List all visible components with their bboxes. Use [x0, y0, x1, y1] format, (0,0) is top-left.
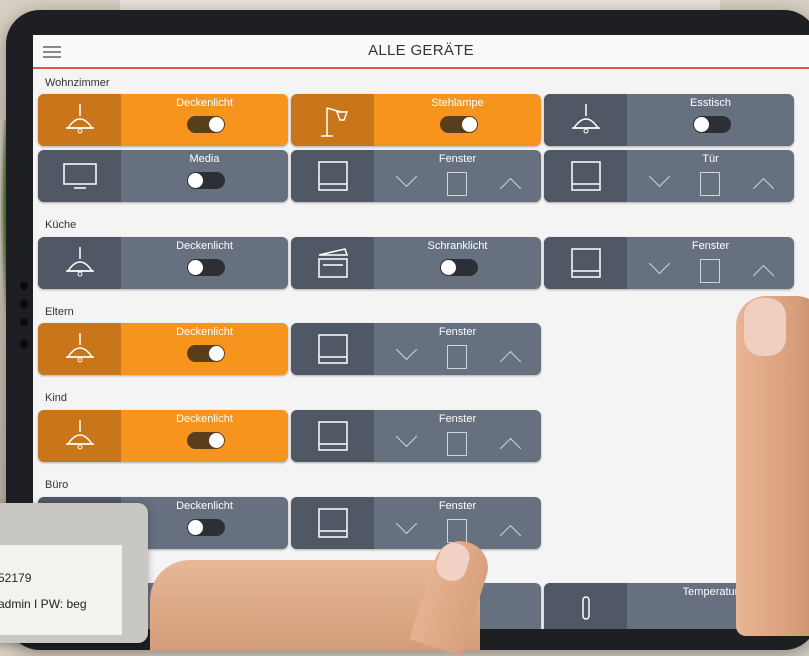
room-heading-wohnzimmer: Wohnzimmer: [45, 77, 110, 89]
toggle-switch[interactable]: [440, 259, 478, 276]
top-bar: ALLE GERÄTE: [33, 35, 809, 69]
window-icon: [291, 323, 374, 375]
stop-icon[interactable]: [447, 519, 467, 543]
tile-label: Media: [189, 153, 220, 165]
device-label-card: 52179 admin I PW: beg: [0, 503, 148, 643]
toggle-switch[interactable]: [187, 345, 225, 362]
toggle-switch[interactable]: [440, 116, 478, 133]
room-heading-kind: Kind: [45, 392, 68, 404]
camera-dot: [20, 318, 28, 326]
tile-kind-fenster[interactable]: Fenster: [291, 410, 541, 462]
toggle-switch[interactable]: [187, 116, 225, 133]
tile-wohnzimmer-stehlampe[interactable]: Stehlampe: [291, 94, 541, 146]
camera-dot: [20, 300, 28, 308]
floor-lamp-icon: [291, 94, 374, 146]
toggle-switch[interactable]: [187, 259, 225, 276]
tile-buero-fenster[interactable]: Fenster: [291, 497, 541, 549]
chevron-down-icon[interactable]: [648, 252, 671, 275]
room-heading-eltern: Eltern: [45, 306, 74, 318]
stop-icon[interactable]: [700, 259, 720, 283]
chevron-down-icon[interactable]: [395, 512, 418, 535]
window-icon: [544, 150, 627, 202]
stop-icon[interactable]: [447, 432, 467, 456]
tile-label: Tür: [702, 153, 719, 165]
window-icon: [291, 497, 374, 549]
toggle-switch[interactable]: [187, 432, 225, 449]
camera-dot: [20, 282, 28, 290]
tile-label: Deckenlicht: [176, 413, 233, 425]
chevron-up-icon[interactable]: [752, 177, 775, 200]
ceiling-lamp-icon: [544, 94, 627, 146]
tile-label: Stehlampe: [431, 97, 484, 109]
tile-wohnzimmer-media[interactable]: Media: [38, 150, 288, 202]
stop-icon[interactable]: [447, 172, 467, 196]
tile-wohnzimmer-esstisch[interactable]: Esstisch: [544, 94, 794, 146]
page-title: ALLE GERÄTE: [368, 42, 474, 59]
ceiling-lamp-icon: [38, 94, 121, 146]
tile-label: Fenster: [438, 413, 477, 425]
window-icon: [291, 410, 374, 462]
ceiling-lamp-icon: [38, 410, 121, 462]
chevron-up-icon[interactable]: [499, 437, 522, 460]
stop-icon[interactable]: [447, 345, 467, 369]
chevron-down-icon[interactable]: [395, 425, 418, 448]
chevron-up-icon[interactable]: [499, 524, 522, 547]
app-screen: ALLE GERÄTE Wohnzimmer Deckenlicht Stehl…: [33, 35, 809, 629]
window-icon: [544, 237, 627, 289]
chevron-down-icon[interactable]: [648, 165, 671, 188]
tile-kind-deckenlicht[interactable]: Deckenlicht: [38, 410, 288, 462]
tile-label: Esstisch: [690, 97, 731, 109]
toggle-switch[interactable]: [187, 172, 225, 189]
credentials-text: admin I PW: beg: [0, 597, 87, 611]
stop-icon[interactable]: [700, 172, 720, 196]
room-heading-kueche: Küche: [45, 219, 77, 231]
tile-kueche-fenster[interactable]: Fenster: [544, 237, 794, 289]
tile-kueche-deckenlicht[interactable]: Deckenlicht: [38, 237, 288, 289]
tile-label: Fenster: [438, 326, 477, 338]
chevron-up-icon[interactable]: [499, 350, 522, 373]
tile-wohnzimmer-fenster[interactable]: Fenster: [291, 150, 541, 202]
thumb-nail: [744, 298, 786, 356]
chevron-down-icon[interactable]: [395, 338, 418, 361]
tile-eltern-deckenlicht[interactable]: Deckenlicht: [38, 323, 288, 375]
chevron-down-icon[interactable]: [395, 165, 418, 188]
ceiling-lamp-icon: [38, 237, 121, 289]
tile-label: Schranklicht: [427, 240, 488, 252]
serial-text: 52179: [0, 571, 32, 585]
tile-label: Fenster: [438, 153, 477, 165]
tile-kueche-schranklicht[interactable]: Schranklicht: [291, 237, 541, 289]
room-heading-buero: Büro: [45, 479, 69, 491]
tile-wohnzimmer-deckenlicht[interactable]: Deckenlicht: [38, 94, 288, 146]
label-sticker: 52179 admin I PW: beg: [0, 545, 122, 635]
tile-label: Fenster: [438, 500, 477, 512]
tile-label: Fenster: [691, 240, 730, 252]
tile-wohnzimmer-tuer[interactable]: Tür: [544, 150, 794, 202]
cabinet-light-icon: [291, 237, 374, 289]
toggle-switch[interactable]: [187, 519, 225, 536]
tile-label: Deckenlicht: [176, 326, 233, 338]
tile-label: Deckenlicht: [176, 240, 233, 252]
chevron-up-icon[interactable]: [499, 177, 522, 200]
window-icon: [291, 150, 374, 202]
chevron-up-icon[interactable]: [752, 264, 775, 287]
tv-icon: [38, 150, 121, 202]
camera-dot: [20, 340, 28, 348]
tile-eltern-fenster[interactable]: Fenster: [291, 323, 541, 375]
ceiling-lamp-icon: [38, 323, 121, 375]
thermometer-icon: [544, 583, 627, 629]
toggle-switch[interactable]: [693, 116, 731, 133]
tile-label: Deckenlicht: [176, 97, 233, 109]
